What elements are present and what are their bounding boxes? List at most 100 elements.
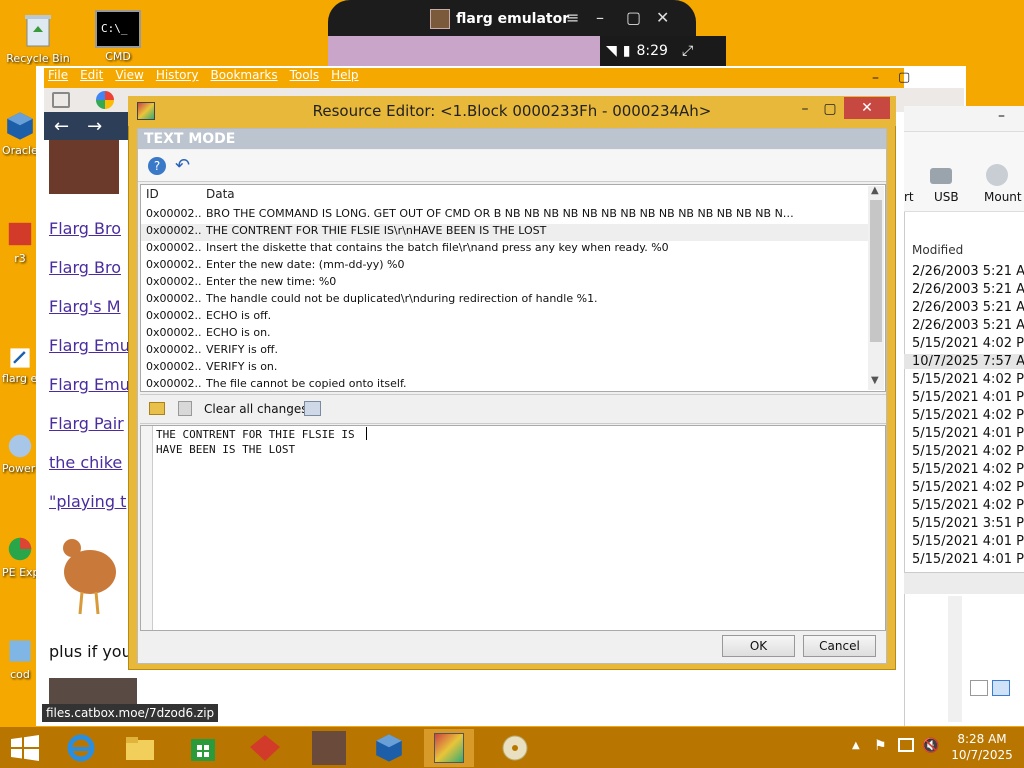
forward-arrow-icon[interactable]: → [87,116,102,137]
file-modified-date[interactable]: 2/26/2003 5:21 AM [912,300,1024,315]
menu-tools[interactable]: Tools [290,68,320,88]
table-row[interactable]: 0x00002... The handle could not be duplic… [141,292,871,309]
page-link[interactable]: the chike [49,453,129,472]
table-row[interactable]: 0x00002... Enter the new date: (mm-dd-yy)… [141,258,871,275]
file-modified-date[interactable]: 5/15/2021 4:02 PM [912,336,1024,351]
dialog-maximize-icon[interactable]: ▢ [822,98,838,120]
explorer-minimize-icon[interactable]: – [998,108,1005,124]
editor-line[interactable]: HAVE BEEN IS THE LOST [156,443,295,456]
explorer-hscrollbar[interactable] [904,572,1024,594]
table-row-selected[interactable]: 0x00002... THE CONTRENT FOR THIE FLSIE IS… [141,224,871,241]
menu-history[interactable]: History [156,68,199,88]
file-modified-date[interactable]: 5/15/2021 4:01 PM [912,390,1024,405]
open-folder-icon[interactable] [149,402,165,415]
explorer-vscrollbar[interactable] [948,596,962,722]
page-link[interactable]: Flarg's M [49,297,129,316]
menu-help[interactable]: Help [331,68,358,88]
clear-all-changes-button[interactable]: Clear all changes [204,402,307,416]
page-link[interactable]: Flarg Emu [49,375,129,394]
taskbar-clock[interactable]: 8:28 AM 10/7/2025 [950,731,1014,763]
paste-icon[interactable] [178,401,192,416]
taskbar-flarg-emulator[interactable] [304,729,354,767]
taskbar-file-explorer[interactable] [115,729,165,767]
table-scrollbar-thumb[interactable] [870,200,882,342]
file-modified-date[interactable]: 5/15/2021 4:02 PM [912,408,1024,423]
close-icon[interactable]: ✕ [656,8,669,27]
taskbar-resource-hacker[interactable] [424,729,474,767]
maximize-icon[interactable]: ▢ [626,8,641,27]
page-link[interactable]: Flarg Bro [49,219,129,238]
table-row[interactable]: 0x00002... The file cannot be copied onto… [141,377,871,391]
undo-icon[interactable]: ↶ [175,155,190,176]
volume-muted-icon[interactable]: 🔇 [922,738,939,754]
taskbar-ie[interactable] [56,729,106,767]
recycle-bin-shortcut[interactable]: Recycle Bin [6,10,70,65]
action-center-flag-icon[interactable]: ⚑ [874,738,887,754]
table-row[interactable]: 0x00002... VERIFY is on. [141,360,871,377]
editor-line[interactable]: THE CONTRENT FOR THIE FLSIE IS [156,428,355,441]
table-row[interactable]: 0x00002... ECHO is off. [141,309,871,326]
mount-button[interactable]: Mount [984,190,1022,204]
page-link[interactable]: Flarg Pair [49,414,129,433]
help-icon[interactable]: ? [148,157,166,175]
tray-overflow-icon[interactable]: ▲ [852,740,860,751]
cancel-button[interactable]: Cancel [803,635,876,657]
modified-column-header[interactable]: Modified [912,243,963,257]
r3-shortcut[interactable]: r3 [2,218,38,265]
page-link[interactable]: "playing t [49,492,129,511]
table-row[interactable]: 0x00002... Enter the new time: %0 [141,275,871,292]
start-windows-icon[interactable] [10,735,40,761]
tab-overview-icon[interactable] [52,92,70,108]
details-view-icon[interactable] [970,680,988,696]
table-row[interactable]: 0x00002... VERIFY is off. [141,343,871,360]
dialog-close-button[interactable]: ✕ [844,97,890,119]
file-modified-date[interactable]: 5/15/2021 4:02 PM [912,444,1024,459]
taskbar-disc[interactable] [490,729,540,767]
back-arrow-icon[interactable]: ← [54,116,69,137]
file-modified-date[interactable]: 2/26/2003 5:21 AM [912,318,1024,333]
ribbon-label[interactable]: rt [904,190,914,204]
pe-explorer-shortcut[interactable]: PE Explorer [2,534,38,579]
ok-button[interactable]: OK [722,635,795,657]
file-modified-date[interactable]: 5/15/2021 4:02 PM [912,498,1024,513]
file-modified-date[interactable]: 2/26/2003 5:21 AM [912,282,1024,297]
menu-bookmarks[interactable]: Bookmarks [211,68,278,88]
flarg-emulator-shortcut[interactable]: flarg emulator [2,346,38,385]
cmd-shortcut[interactable]: C:\_ CMD [86,10,150,63]
menu-file[interactable]: File [48,68,68,88]
file-modified-date[interactable]: 5/15/2021 4:01 PM [912,534,1024,549]
powershell-shortcut[interactable]: PowerShell [2,432,38,475]
taskbar-app[interactable] [240,729,290,767]
browser-maximize-icon[interactable]: ▢ [898,70,910,85]
file-modified-date[interactable]: 5/15/2021 3:51 PM [912,516,1024,531]
column-header-data[interactable]: Data [206,187,235,201]
virtualbox-shortcut[interactable]: Oracle VirtualBox [2,110,38,157]
page-link[interactable]: Flarg Emu [49,336,129,355]
browser-minimize-icon[interactable]: – [872,70,879,86]
taskbar-virtualbox[interactable] [364,729,414,767]
taskbar-store[interactable] [178,729,228,767]
browser-close-icon[interactable]: ✕ [932,70,944,86]
usb-button[interactable]: USB [934,190,959,204]
file-modified-date[interactable]: 5/15/2021 4:02 PM [912,480,1024,495]
menu-edit[interactable]: Edit [80,68,103,88]
dialog-minimize-icon[interactable]: – [798,98,812,120]
cod-shortcut[interactable]: cod [2,636,38,681]
file-modified-date[interactable]: 5/15/2021 4:01 PM [912,426,1024,441]
file-modified-date[interactable]: 5/15/2021 4:02 PM [912,462,1024,477]
file-modified-date[interactable]: 10/7/2025 7:57 AM [904,354,1024,369]
minimize-icon[interactable]: – [596,8,604,27]
hamburger-menu-icon[interactable]: ≡ [566,8,579,27]
file-modified-date[interactable]: 5/15/2021 4:01 PM [912,552,1024,567]
column-header-id[interactable]: ID [146,187,159,201]
file-modified-date[interactable]: 5/15/2021 4:02 PM [912,372,1024,387]
scroll-down-icon[interactable]: ▼ [871,375,879,386]
fullscreen-icon[interactable]: ⤢ [682,43,693,59]
file-modified-date[interactable]: 2/26/2003 5:21 AM [912,264,1024,279]
table-row[interactable]: 0x00002... ECHO is on. [141,326,871,343]
table-row[interactable]: 0x00002... Insert the diskette that conta… [141,241,871,258]
menu-view[interactable]: View [115,68,143,88]
page-link[interactable]: Flarg Bro [49,258,129,277]
settings-tool-icon[interactable] [304,401,321,416]
scroll-up-icon[interactable]: ▲ [871,185,879,196]
